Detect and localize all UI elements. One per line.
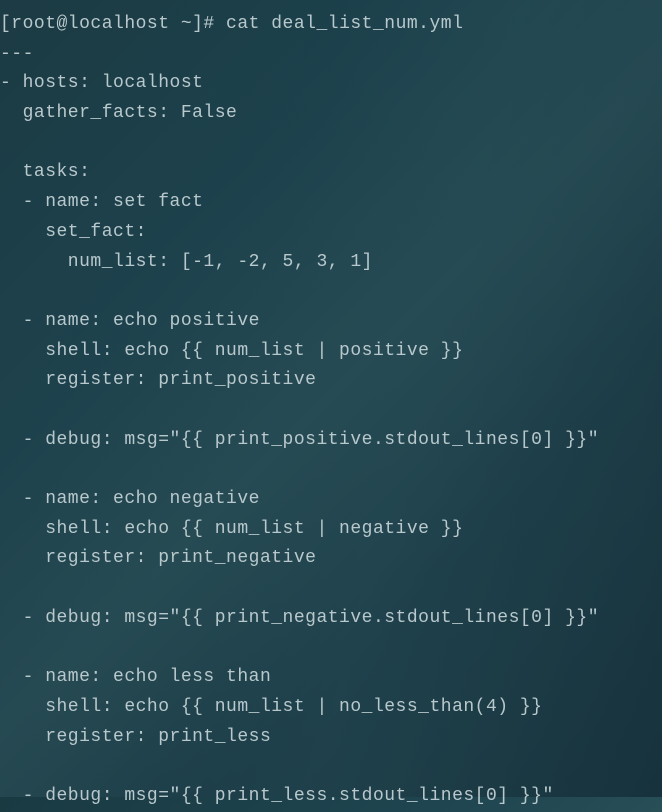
yaml-task4-register: register: print_negative bbox=[0, 548, 316, 568]
yaml-task7-debug: - debug: msg="{{ print_less.stdout_lines… bbox=[0, 786, 554, 806]
yaml-hosts: - hosts: localhost bbox=[0, 73, 203, 93]
yaml-task2-shell: shell: echo {{ num_list | positive }} bbox=[0, 341, 463, 361]
yaml-task6-name: - name: echo less than bbox=[0, 667, 271, 687]
yaml-gather-facts: gather_facts: False bbox=[0, 103, 237, 123]
yaml-task4-name: - name: echo negative bbox=[0, 489, 260, 509]
yaml-task3-debug: - debug: msg="{{ print_positive.stdout_l… bbox=[0, 430, 599, 450]
yaml-task1-numlist: num_list: [-1, -2, 5, 3, 1] bbox=[0, 252, 373, 272]
yaml-task5-debug: - debug: msg="{{ print_negative.stdout_l… bbox=[0, 608, 599, 628]
yaml-task1-setfact: set_fact: bbox=[0, 222, 147, 242]
shell-prompt: [root@localhost ~]# bbox=[0, 14, 226, 34]
terminal-output: [root@localhost ~]# cat deal_list_num.ym… bbox=[0, 10, 662, 812]
yaml-tasks: tasks: bbox=[0, 162, 90, 182]
yaml-task6-register: register: print_less bbox=[0, 727, 271, 747]
yaml-task6-shell: shell: echo {{ num_list | no_less_than(4… bbox=[0, 697, 542, 717]
yaml-task4-shell: shell: echo {{ num_list | negative }} bbox=[0, 519, 463, 539]
shell-command: cat deal_list_num.yml bbox=[226, 14, 463, 34]
yaml-task1-name: - name: set fact bbox=[0, 192, 203, 212]
yaml-doc-start: --- bbox=[0, 44, 34, 64]
yaml-task2-name: - name: echo positive bbox=[0, 311, 260, 331]
yaml-task2-register: register: print_positive bbox=[0, 370, 316, 390]
